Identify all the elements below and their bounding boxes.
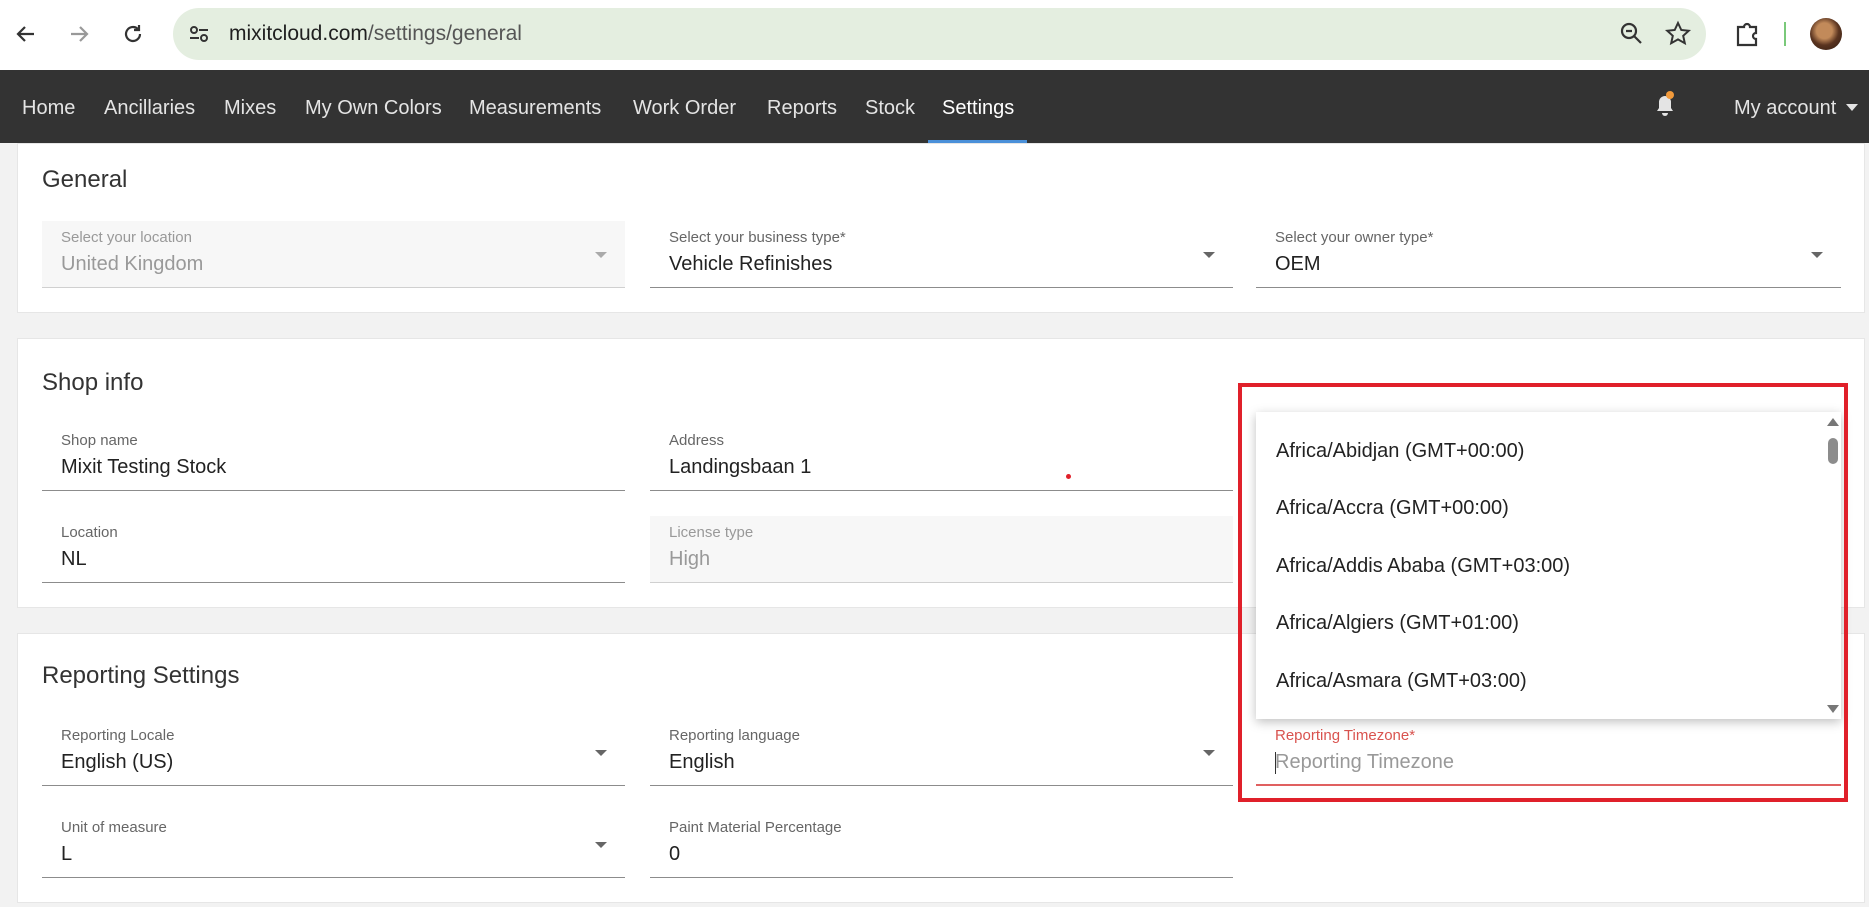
site-settings-icon[interactable] xyxy=(187,22,211,46)
reporting-language-select[interactable]: Reporting language English xyxy=(650,719,1233,786)
nav-work-order[interactable]: Work Order xyxy=(621,70,748,143)
reporting-timezone-label: Reporting Timezone* xyxy=(1275,727,1416,744)
url-text[interactable]: mixitcloud.com/settings/general xyxy=(229,22,522,46)
notification-badge xyxy=(1666,91,1674,99)
unit-of-measure-label: Unit of measure xyxy=(61,819,167,836)
nav-settings[interactable]: Settings xyxy=(930,70,1026,143)
chevron-down-icon[interactable] xyxy=(1811,252,1823,258)
shop-location-field[interactable]: Location NL xyxy=(42,516,625,583)
back-arrow-icon[interactable] xyxy=(6,14,46,54)
address-label: Address xyxy=(669,432,725,449)
unit-of-measure-value: L xyxy=(61,843,73,865)
owner-type-select[interactable]: Select your owner type* OEM xyxy=(1256,221,1841,288)
chevron-down-icon[interactable] xyxy=(1203,252,1215,258)
my-account-menu[interactable]: My account xyxy=(1734,70,1836,143)
nav-measurements[interactable]: Measurements xyxy=(457,70,613,143)
reporting-language-label: Reporting language xyxy=(669,727,800,744)
shop-name-label: Shop name xyxy=(61,432,138,449)
chevron-down-icon[interactable] xyxy=(595,750,607,756)
nav-home[interactable]: Home xyxy=(10,70,87,143)
bookmark-star-icon[interactable] xyxy=(1664,20,1692,48)
reporting-locale-value: English (US) xyxy=(61,751,174,773)
paint-material-percentage-field[interactable]: Paint Material Percentage 0 xyxy=(650,811,1233,878)
scrollbar-thumb[interactable] xyxy=(1828,438,1838,464)
timezone-option[interactable]: Africa/Abidjan (GMT+00:00) xyxy=(1276,440,1524,463)
scroll-up-arrow-icon[interactable] xyxy=(1827,418,1839,426)
paint-material-percentage-label: Paint Material Percentage xyxy=(669,819,842,836)
location-select-label: Select your location xyxy=(61,229,192,246)
extensions-icon[interactable] xyxy=(1731,18,1763,50)
app-navbar: Home Ancillaries Mixes My Own Colors Mea… xyxy=(0,70,1869,143)
address-bar[interactable]: mixitcloud.com/settings/general xyxy=(173,8,1706,60)
business-type-label: Select your business type* xyxy=(669,229,846,246)
timezone-option[interactable]: Africa/Algiers (GMT+01:00) xyxy=(1276,612,1519,635)
license-type-field: License type High xyxy=(650,516,1233,583)
shop-name-field[interactable]: Shop name Mixit Testing Stock xyxy=(42,424,625,491)
url-host: mixitcloud.com xyxy=(229,22,368,45)
chevron-down-icon[interactable] xyxy=(595,842,607,848)
reporting-timezone-input[interactable]: Reporting Timezone* Reporting Timezone xyxy=(1256,719,1841,786)
business-type-select[interactable]: Select your business type* Vehicle Refin… xyxy=(650,221,1233,288)
business-type-value: Vehicle Refinishes xyxy=(669,253,833,275)
paint-material-percentage-value: 0 xyxy=(669,843,681,865)
shop-location-value: NL xyxy=(61,548,87,570)
nav-my-own-colors[interactable]: My Own Colors xyxy=(293,70,454,143)
timezone-dropdown-list[interactable]: Africa/Abidjan (GMT+00:00) Africa/Accra … xyxy=(1256,412,1841,719)
nav-reports[interactable]: Reports xyxy=(755,70,849,143)
location-select-value: United Kingdom xyxy=(61,253,204,275)
reporting-locale-select[interactable]: Reporting Locale English (US) xyxy=(42,719,625,786)
reporting-language-value: English xyxy=(669,751,735,773)
profile-avatar[interactable] xyxy=(1810,18,1842,50)
zoom-icon[interactable] xyxy=(1618,20,1646,48)
nav-mixes[interactable]: Mixes xyxy=(212,70,288,143)
license-type-value: High xyxy=(669,548,711,570)
nav-ancillaries[interactable]: Ancillaries xyxy=(92,70,207,143)
owner-type-value: OEM xyxy=(1275,253,1321,275)
chevron-down-icon[interactable] xyxy=(1846,104,1858,111)
license-type-label: License type xyxy=(669,524,754,541)
dropdown-scrollbar[interactable] xyxy=(1824,412,1841,719)
browser-toolbar: mixitcloud.com/settings/general xyxy=(0,0,1869,70)
toolbar-separator xyxy=(1784,22,1786,46)
reporting-locale-label: Reporting Locale xyxy=(61,727,175,744)
owner-type-label: Select your owner type* xyxy=(1275,229,1434,246)
timezone-option[interactable]: Africa/Asmara (GMT+03:00) xyxy=(1276,670,1527,693)
shop-location-label: Location xyxy=(61,524,118,541)
general-title: General xyxy=(42,166,128,193)
chevron-down-icon xyxy=(595,252,607,258)
reload-icon[interactable] xyxy=(113,14,153,54)
location-select: Select your location United Kingdom xyxy=(42,221,625,288)
nav-stock[interactable]: Stock xyxy=(853,70,927,143)
timezone-option[interactable]: Africa/Addis Ababa (GMT+03:00) xyxy=(1276,555,1570,578)
address-field[interactable]: Address Landingsbaan 1 xyxy=(650,424,1233,491)
shop-name-value: Mixit Testing Stock xyxy=(61,456,227,478)
forward-arrow-icon[interactable] xyxy=(59,14,99,54)
annotation-dot xyxy=(1066,474,1071,479)
chevron-down-icon[interactable] xyxy=(1203,750,1215,756)
address-value: Landingsbaan 1 xyxy=(669,456,812,478)
scroll-down-arrow-icon[interactable] xyxy=(1827,705,1839,713)
unit-of-measure-select[interactable]: Unit of measure L xyxy=(42,811,625,878)
url-path: /settings/general xyxy=(367,22,522,45)
timezone-option[interactable]: Africa/Accra (GMT+00:00) xyxy=(1276,497,1509,520)
reporting-timezone-placeholder: Reporting Timezone xyxy=(1275,751,1454,773)
reporting-settings-title: Reporting Settings xyxy=(42,662,240,689)
shop-info-title: Shop info xyxy=(42,369,144,396)
